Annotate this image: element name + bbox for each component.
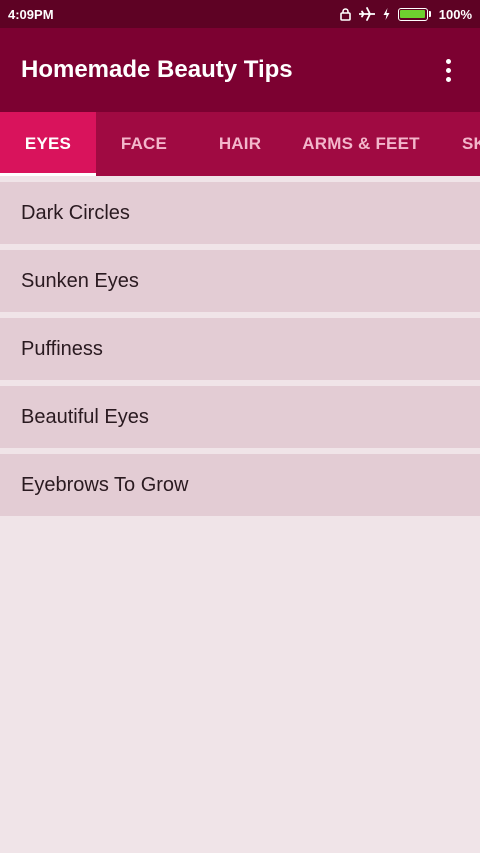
tab-arms-feet[interactable]: ARMS & FEET [288,112,434,176]
list-item[interactable]: Sunken Eyes [0,250,480,312]
status-time: 4:09PM [8,6,54,22]
battery-percent: 100% [438,6,472,22]
list-item[interactable]: Eyebrows To Grow [0,454,480,516]
list-item[interactable]: Beautiful Eyes [0,386,480,448]
list-item[interactable]: Puffiness [0,318,480,380]
charging-bolt-icon [383,8,390,20]
topic-list: Dark Circles Sunken Eyes Puffiness Beaut… [0,176,480,522]
tab-hair[interactable]: HAIR [192,112,288,176]
lock-icon [339,7,351,21]
airplane-icon [358,7,375,21]
app-title: Homemade Beauty Tips [21,56,293,83]
battery-icon [397,7,431,21]
list-item[interactable]: Dark Circles [0,182,480,244]
tab-skin[interactable]: SK [434,112,480,176]
more-vert-icon[interactable] [436,50,460,90]
tab-bar: EYES FACE HAIR ARMS & FEET SK [0,112,480,176]
tab-face[interactable]: FACE [96,112,192,176]
status-bar: 4:09PM 100% [0,0,480,28]
app-bar: Homemade Beauty Tips [0,28,480,112]
tab-eyes[interactable]: EYES [0,112,96,176]
status-icons: 100% [339,6,472,22]
